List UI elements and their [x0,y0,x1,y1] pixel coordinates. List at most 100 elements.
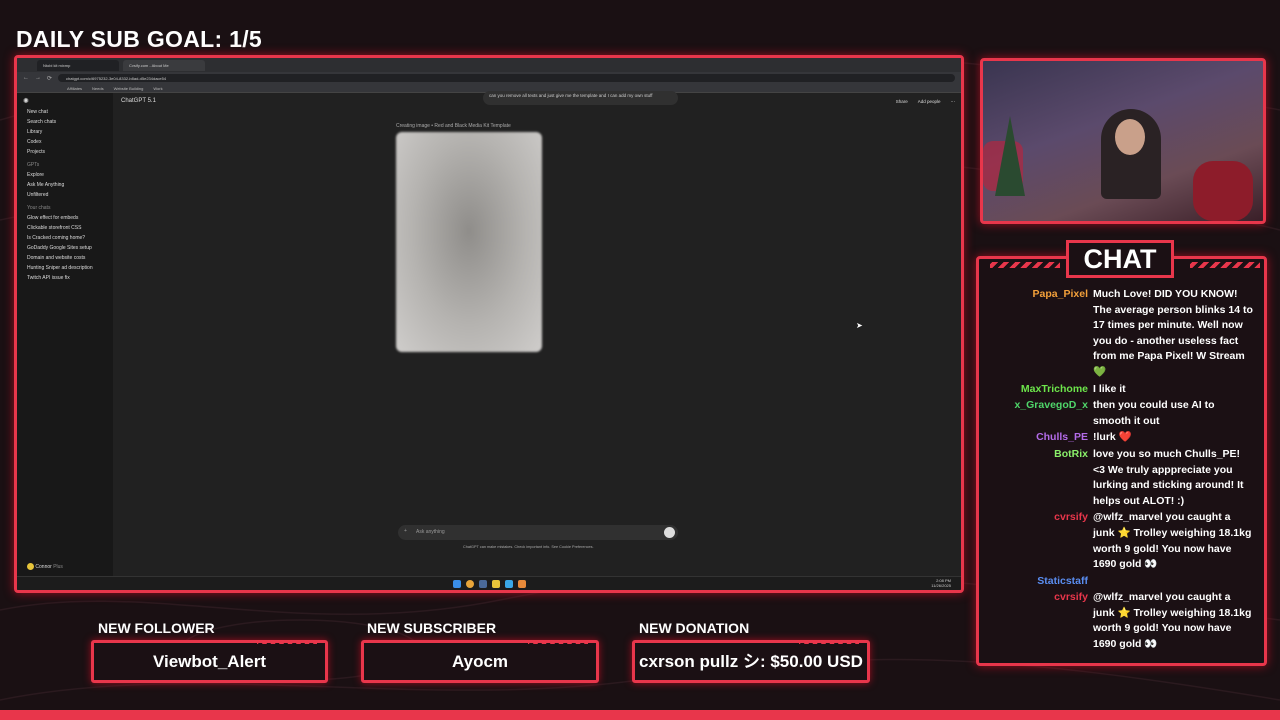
chat-message: cvrsify @wlfz_marvel you caught a junk ⭐ … [983,510,1254,572]
bookmark-item[interactable]: Affiliates [67,86,82,91]
app-icon[interactable] [517,579,526,588]
clock: 2:08 PM 11/26/2025 [931,578,951,588]
steam-icon[interactable] [478,579,487,588]
new-follower-label: NEW FOLLOWER [98,620,215,636]
alert-stripe [799,640,859,644]
chat-messages: Papa_Pixel Much Love! DID YOU KNOW! The a… [979,287,1264,654]
chat-username[interactable]: BotRix [983,447,1093,509]
chat-username[interactable]: Papa_Pixel [983,287,1093,381]
webcam-face [1115,119,1145,155]
openai-logo-icon[interactable]: ✺ [23,98,29,105]
sidebar-item-explore[interactable]: Explore [27,172,107,178]
disclaimer-text: ChatGPT can make mistakes. Check importa… [463,545,594,549]
back-icon[interactable]: ← [23,75,29,81]
chat-username[interactable]: cvrsify [983,590,1093,652]
chat-history-item[interactable]: Hunting Sniper ad description [27,265,107,271]
chatgpt-main: ChatGPT 5.1 Share Add people ⋯ can you r… [113,91,961,576]
chat-history-item[interactable]: Clickable storefront CSS [27,225,107,231]
chrome-icon[interactable] [465,579,474,588]
windows-taskbar: 2:08 PM 11/26/2025 [17,576,961,590]
new-subscriber-box: Ayocm [361,640,599,683]
browser-tabbar: Ntobi kit mixmp Cvsify.com - About Me [17,58,961,72]
bookmark-item[interactable]: Website Building [114,86,144,91]
chat-text: then you could use AI to smooth it out [1093,399,1215,427]
chat-message: Chulls_PE !lurk ❤️ [983,430,1254,446]
chat-title: CHAT [1066,240,1174,278]
chat-message: MaxTrichome I like it [983,382,1254,398]
start-icon[interactable] [452,579,461,588]
chat-history-item[interactable]: Twitch API issue fix [27,275,107,281]
explorer-icon[interactable] [491,579,500,588]
chat-history-item[interactable]: Glow effect for embeds [27,215,107,221]
chat-message: BotRix love you so much Chulls_PE! <3 We … [983,447,1254,509]
chats-heading: Your chats [27,205,51,211]
chatgpt-sidebar: ✺ New chat Search chats Library Codex Pr… [17,93,113,576]
alert-stripe [528,640,588,644]
chat-username[interactable]: MaxTrichome [983,382,1093,398]
user-message-bubble: can you remove all texts and just give m… [483,91,678,105]
webcam-chair [1193,161,1253,221]
user-name: Connor [35,563,52,570]
sidebar-item-gpt[interactable]: Ask Me Anything [27,182,107,188]
model-selector[interactable]: ChatGPT 5.1 [121,98,156,104]
sidebar-item-library[interactable]: Library [27,129,107,135]
new-subscriber-label: NEW SUBSCRIBER [367,620,497,636]
top-actions: Share Add people ⋯ [896,99,955,105]
clock-date: 11/26/2025 [931,583,951,588]
reload-icon[interactable]: ⟳ [47,75,52,82]
chat-text [1093,574,1254,590]
bookmark-item[interactable]: Work [153,86,162,91]
browser-tab[interactable]: Cvsify.com - About Me [123,59,205,71]
chat-history-item[interactable]: Domain and website costs [27,255,107,261]
gpts-heading: GPTs [27,162,40,168]
chat-username[interactable]: Staticstaff [983,574,1093,590]
donation-text: cxrson pullz シ: $50.00 USD [639,652,863,671]
add-people-button[interactable]: Add people [918,99,941,105]
plus-icon[interactable]: + [404,528,407,534]
chat-panel: Papa_Pixel Much Love! DID YOU KNOW! The a… [976,256,1267,666]
new-follower-box: Viewbot_Alert [91,640,328,683]
chat-text: @wlfz_marvel you caught a junk ⭐ Trolley… [1093,511,1252,571]
forward-icon[interactable]: → [35,75,41,81]
sidebar-item-projects[interactable]: Projects [27,149,107,155]
chat-history-item[interactable]: GoDaddy Google Sites setup [27,245,107,251]
sidebar-item-new-chat[interactable]: New chat [27,109,107,115]
chat-stripes-left [990,262,1060,268]
sidebar-item-codex[interactable]: Codex [27,139,107,145]
user-plan: Plus [53,563,63,570]
screen-capture: Ntobi kit mixmp Cvsify.com - About Me ← … [14,55,964,593]
chat-text: Much Love! DID YOU KNOW! The average per… [1093,288,1253,378]
alert-stripe [257,640,317,644]
creating-image-status: Creating image • Red and Black Media Kit… [396,123,511,129]
bookmark-item[interactable]: Needs [92,86,104,91]
chat-username[interactable]: Chulls_PE [983,430,1093,446]
app-icon[interactable] [504,579,513,588]
chat-history-item[interactable]: Is Cracked coming home? [27,235,107,241]
sidebar-item-gpt[interactable]: Unfiltered [27,192,107,198]
sub-goal-label: DAILY SUB GOAL: 1/5 [16,26,262,52]
chat-text: !lurk ❤️ [1093,431,1132,444]
url-input[interactable]: chatgpt.com/c/6975232-3e04-8332-b8ad-d5e… [58,74,955,82]
user-profile[interactable]: Connor Plus [27,563,63,570]
prompt-placeholder: Ask anything [416,529,445,535]
share-button[interactable]: Share [896,99,908,105]
chat-message: cvrsify @wlfz_marvel you caught a junk ⭐ … [983,590,1254,652]
browser-tab[interactable]: Ntobi kit mixmp [37,59,119,71]
more-options-icon[interactable]: ⋯ [951,99,956,105]
subscriber-name: Ayocm [451,652,509,671]
chat-username[interactable]: x_GravegoD_x [983,398,1093,429]
chat-message: Staticstaff [983,574,1254,590]
bottom-band [0,710,1280,720]
new-donation-label: NEW DONATION [639,620,750,636]
follower-name: Viewbot_Alert [152,652,267,671]
chat-stripes-right [1190,262,1260,268]
voice-button[interactable] [664,527,675,538]
prompt-input[interactable]: + Ask anything [398,525,678,540]
generating-image-placeholder [396,132,542,352]
sidebar-item-search[interactable]: Search chats [27,119,107,125]
mouse-cursor-icon: ➤ [856,321,863,330]
address-bar-row: ← → ⟳ chatgpt.com/c/6975232-3e04-8332-b8… [17,72,961,84]
chat-text: love you so much Chulls_PE! <3 We truly … [1093,447,1244,507]
avatar [27,563,34,570]
chat-username[interactable]: cvrsify [983,510,1093,572]
